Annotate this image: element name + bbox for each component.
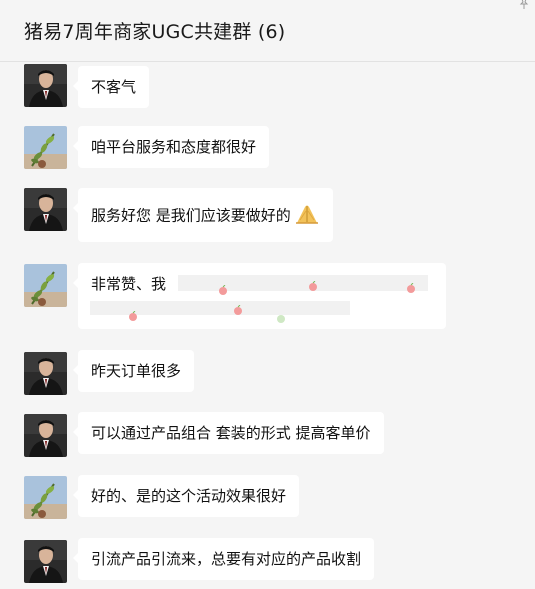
message-text: 服务好您 是我们应该要做好的 (91, 202, 320, 230)
message-bubble[interactable]: 可以通过产品组合 套装的形式 提高客单价 (73, 412, 384, 454)
avatar-plant[interactable] (24, 264, 67, 307)
message-bubble-blurred[interactable]: 非常赞、我 (73, 263, 446, 329)
message-bubble[interactable]: 引流产品引流来，总要有对应的产品收割 (72, 538, 375, 580)
chat-header: 猪易7周年商家UGC共建群 (6) (0, 0, 535, 62)
peach-icon (219, 285, 227, 295)
peach-icon (277, 315, 285, 323)
message-bubble[interactable]: 不客气 (72, 66, 150, 108)
group-title[interactable]: 猪易7周年商家UGC共建群 (6) (24, 17, 285, 44)
folded-hands-icon (294, 202, 320, 230)
avatar-man-suit[interactable] (24, 540, 67, 583)
avatar-man-suit[interactable] (24, 414, 67, 457)
avatar-plant[interactable] (24, 126, 67, 169)
message-text: 昨天订单很多 (91, 362, 182, 380)
message-bubble[interactable]: 昨天订单很多 (72, 350, 195, 392)
avatar-plant[interactable] (24, 476, 67, 519)
message-text: 引流产品引流来，总要有对应的产品收割 (91, 550, 362, 568)
message-text: 好的、是的这个活动效果很好 (91, 487, 287, 505)
message-bubble[interactable]: 好的、是的这个活动效果很好 (72, 475, 300, 517)
message-text: 不客气 (91, 78, 137, 96)
message-bubble[interactable]: 服务好您 是我们应该要做好的 (73, 188, 333, 242)
avatar-man-suit[interactable] (24, 64, 67, 107)
message-bubble[interactable]: 咱平台服务和态度都很好 (72, 126, 270, 168)
message-list[interactable]: 不客气 咱平台服务和态度都很好 服务好您 是我们应该要做好的 非常赞、我 昨天订… (0, 62, 535, 589)
avatar-man-suit[interactable] (24, 188, 67, 231)
message-text: 咱平台服务和态度都很好 (91, 138, 257, 156)
peach-icon (234, 305, 242, 315)
message-text: 可以通过产品组合 套装的形式 提高客单价 (91, 424, 371, 442)
peach-icon (407, 283, 415, 293)
peach-icon (309, 281, 317, 291)
redacted-region (90, 271, 436, 323)
peach-icon (129, 311, 137, 321)
pin-icon[interactable] (517, 0, 531, 12)
avatar-man-suit[interactable] (24, 352, 67, 395)
